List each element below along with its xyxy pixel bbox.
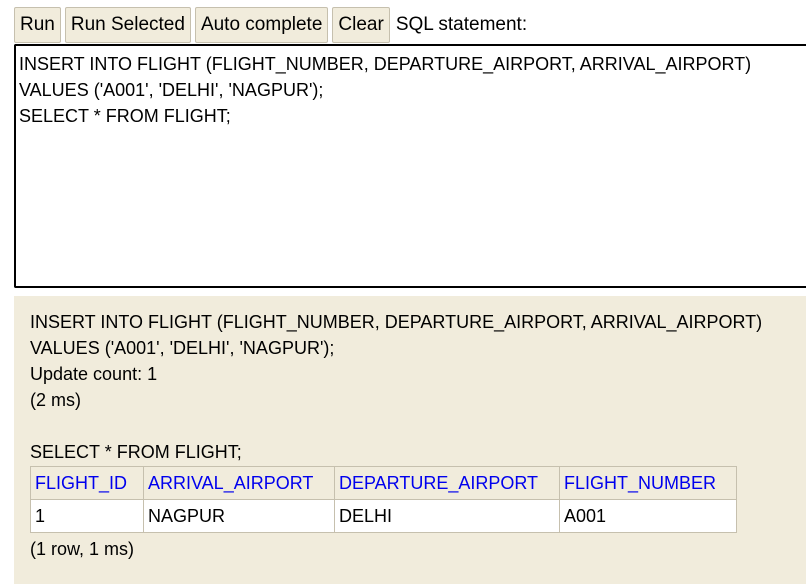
column-header-arrival-airport[interactable]: ARRIVAL_AIRPORT	[143, 466, 335, 500]
sql-editor[interactable]: INSERT INTO FLIGHT (FLIGHT_NUMBER, DEPAR…	[14, 44, 806, 288]
result-table: FLIGHT_ID ARRIVAL_AIRPORT DEPARTURE_AIRP…	[30, 466, 737, 533]
select-statement: SELECT * FROM FLIGHT;	[30, 442, 242, 462]
table-row: 1 NAGPUR DELHI A001	[30, 499, 737, 533]
insert-statement-line-1: INSERT INTO FLIGHT (FLIGHT_NUMBER, DEPAR…	[30, 312, 763, 332]
run-button[interactable]: Run	[14, 7, 61, 43]
update-count: Update count: 1	[30, 364, 158, 384]
run-selected-button[interactable]: Run Selected	[64, 7, 191, 43]
cell-arrival-airport: NAGPUR	[143, 499, 335, 533]
select-summary: (1 row, 1 ms)	[30, 539, 135, 559]
cell-flight-id: 1	[30, 499, 144, 533]
column-header-departure-airport[interactable]: DEPARTURE_AIRPORT	[334, 466, 560, 500]
auto-complete-button[interactable]: Auto complete	[194, 7, 329, 43]
column-header-flight-number[interactable]: FLIGHT_NUMBER	[559, 466, 737, 500]
cell-flight-number: A001	[559, 499, 737, 533]
results-panel: INSERT INTO FLIGHT (FLIGHT_NUMBER, DEPAR…	[14, 296, 806, 584]
insert-statement-line-2: VALUES ('A001', 'DELHI', 'NAGPUR');	[30, 338, 335, 358]
insert-timing: (2 ms)	[30, 390, 81, 410]
sql-statement-label: SQL statement:	[395, 14, 528, 35]
column-header-flight-id[interactable]: FLIGHT_ID	[30, 466, 144, 500]
table-header-row: FLIGHT_ID ARRIVAL_AIRPORT DEPARTURE_AIRP…	[30, 466, 737, 500]
clear-button[interactable]: Clear	[332, 7, 390, 43]
h2-console-page: Run Run Selected Auto complete Clear SQL…	[0, 0, 806, 584]
toolbar: Run Run Selected Auto complete Clear SQL…	[14, 7, 527, 43]
cell-departure-airport: DELHI	[334, 499, 560, 533]
